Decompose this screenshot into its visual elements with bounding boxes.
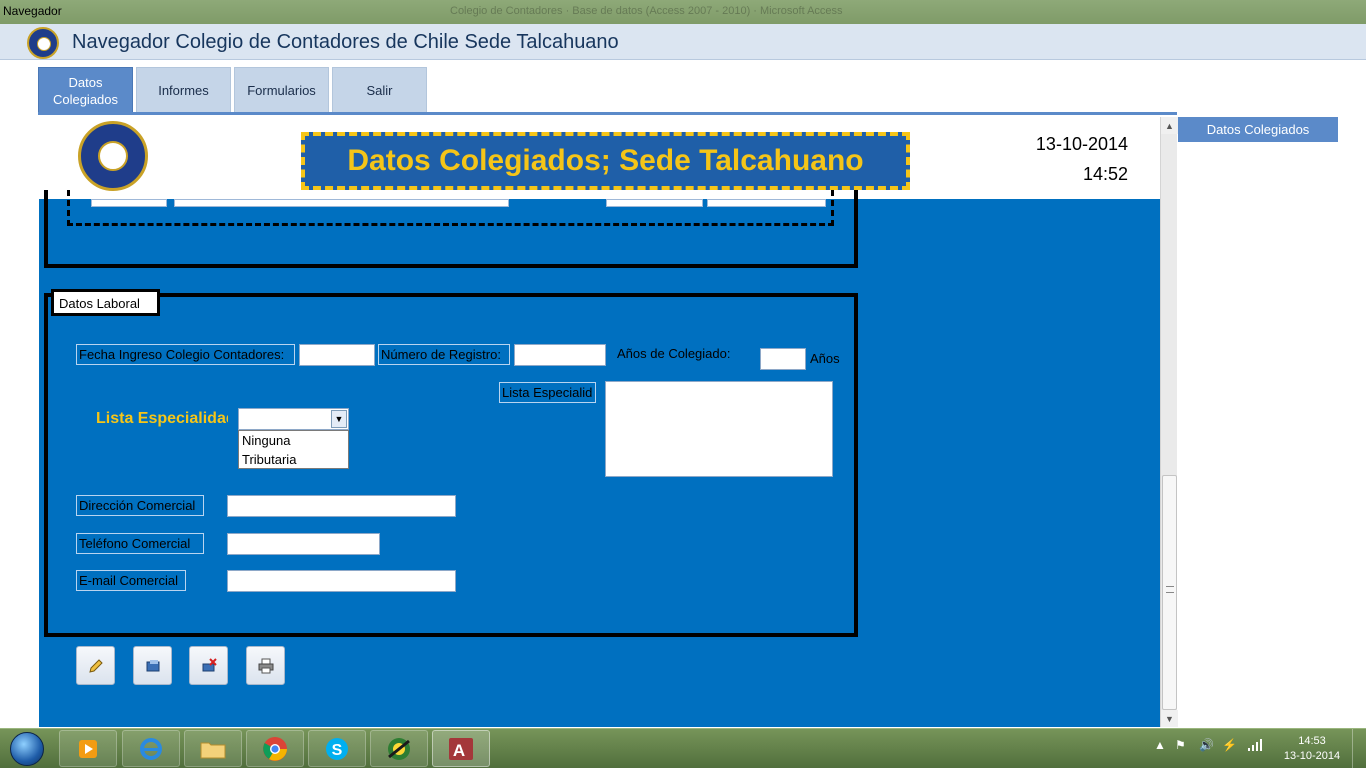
edit-button[interactable]	[76, 646, 115, 685]
skype-icon: S	[326, 737, 348, 760]
dropdown-option-ninguna[interactable]: Ninguna	[239, 431, 348, 450]
tab-salir[interactable]: Salir	[332, 67, 427, 113]
header-date: 13-10-2014	[1035, 134, 1128, 154]
window-title-bar: Navegador Colegio de Contadores · Base d…	[0, 0, 1366, 24]
clock-date: 13-10-2014	[1283, 750, 1341, 762]
lista-especialidad-listbox[interactable]	[605, 381, 833, 477]
college-logo-icon	[78, 121, 148, 191]
tab-formularios[interactable]: Formularios	[234, 67, 329, 113]
tray-power-icon[interactable]: ⚡	[1222, 738, 1237, 752]
especialidad-combo[interactable]: ▼	[238, 408, 349, 430]
taskbar-app[interactable]	[370, 730, 428, 767]
chevron-down-icon[interactable]: ▼	[331, 410, 347, 428]
save-icon	[146, 659, 159, 671]
upper-section-dashed-frame	[67, 190, 834, 226]
fecha-ingreso-label: Fecha Ingreso Colegio Contadores:	[76, 344, 295, 365]
delete-button[interactable]	[189, 646, 228, 685]
email-comercial-label: E-mail Comercial	[76, 570, 186, 591]
crest-logo-icon	[27, 27, 59, 59]
taskbar-skype[interactable]: S	[308, 730, 366, 767]
chrome-icon	[263, 736, 287, 761]
print-button[interactable]	[246, 646, 285, 685]
scroll-down-icon[interactable]: ▼	[1161, 710, 1178, 727]
signal-bars-icon	[1248, 739, 1262, 751]
direccion-comercial-label: Dirección Comercial	[76, 495, 204, 516]
numero-registro-field[interactable]	[514, 344, 606, 366]
magister-label-partial	[91, 199, 167, 207]
svg-text:S: S	[332, 742, 343, 759]
taskbar-explorer[interactable]	[184, 730, 242, 767]
tray-expand-icon[interactable]: ▲	[1154, 738, 1166, 752]
save-button[interactable]	[133, 646, 172, 685]
email-comercial-field[interactable]	[227, 570, 456, 592]
taskbar-access[interactable]: A	[432, 730, 490, 767]
delete-icon	[202, 657, 217, 671]
start-button[interactable]	[4, 731, 50, 767]
magister-field-partial[interactable]	[174, 199, 509, 207]
ano-egreso-label-partial	[606, 199, 703, 207]
folder-icon	[200, 742, 226, 758]
combo-especialidad-label: Lista Especialidad	[96, 410, 228, 427]
dropdown-option-tributaria[interactable]: Tributaria	[239, 450, 348, 469]
tray-volume-icon[interactable]: 🔊	[1199, 738, 1214, 752]
header-time: 14:52	[1082, 164, 1128, 184]
anos-colegiado-field[interactable]	[760, 348, 806, 370]
system-clock[interactable]: 14:53 13-10-2014	[1282, 734, 1342, 764]
show-desktop-button[interactable]	[1352, 729, 1366, 768]
pencil-icon	[88, 658, 103, 673]
telefono-comercial-label: Teléfono Comercial	[76, 533, 204, 554]
telefono-comercial-field[interactable]	[227, 533, 380, 555]
window-title-faded: Colegio de Contadores · Base de datos (A…	[450, 5, 843, 17]
scroll-thumb[interactable]	[1162, 475, 1177, 710]
datos-laboral-title: Datos Laboral	[51, 289, 160, 316]
numero-registro-label: Número de Registro:	[378, 344, 510, 365]
ano-egreso-field-partial[interactable]	[707, 199, 826, 207]
anos-unit-label: Años	[810, 351, 840, 366]
taskbar-media-player[interactable]	[59, 730, 117, 767]
tab-strip-line	[38, 112, 1177, 115]
form-title: Datos Colegiados; Sede Talcahuano	[347, 144, 864, 177]
form-banner: Datos Colegiados; Sede Talcahuano	[301, 132, 910, 190]
direccion-comercial-field[interactable]	[227, 495, 456, 517]
navigator-title: Navegador Colegio de Contadores de Chile…	[72, 31, 619, 53]
access-icon: A	[449, 737, 473, 760]
window-title: Navegador	[3, 4, 62, 18]
tray-flag-icon[interactable]: ⚑	[1175, 738, 1186, 752]
svg-text:A: A	[453, 741, 465, 760]
tab-informes[interactable]: Informes	[136, 67, 231, 113]
app-globe-icon	[388, 737, 410, 760]
taskbar-internet-explorer[interactable]	[122, 730, 180, 767]
internet-explorer-icon	[140, 737, 162, 760]
nav-item-datos-colegiados[interactable]: Datos Colegiados	[1178, 117, 1338, 142]
tray-network-icon[interactable]	[1247, 738, 1263, 755]
tab-datos-colegiados[interactable]: Datos Colegiados	[38, 67, 133, 113]
vertical-scrollbar[interactable]: ▲ ▼	[1160, 117, 1178, 727]
fecha-ingreso-field[interactable]	[299, 344, 375, 366]
lista-especialidad-label: Lista Especialid	[499, 382, 596, 403]
windows-orb-icon	[10, 732, 44, 766]
clock-time: 14:53	[1298, 735, 1326, 747]
media-player-icon	[79, 739, 97, 758]
especialidad-dropdown-list: Ninguna Tributaria	[238, 430, 349, 469]
scroll-up-icon[interactable]: ▲	[1161, 117, 1178, 134]
anos-colegiado-label: Años de Colegiado:	[617, 346, 731, 361]
taskbar-chrome[interactable]	[246, 730, 304, 767]
printer-icon	[258, 658, 273, 673]
